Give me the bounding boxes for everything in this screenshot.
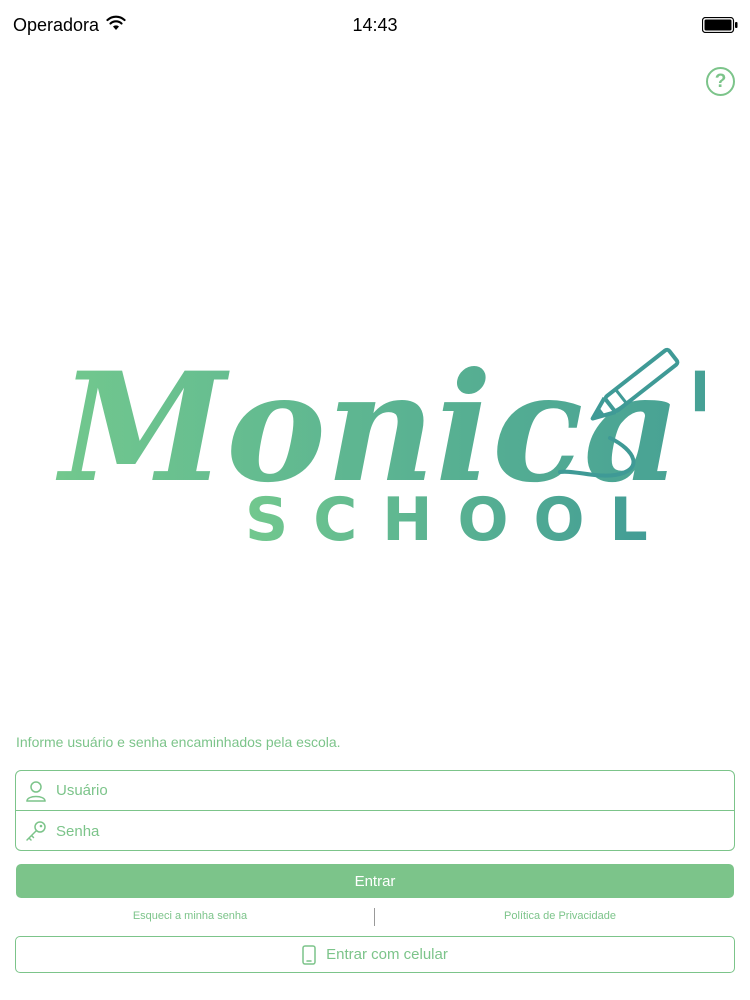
battery-icon — [702, 17, 738, 33]
phone-login-label: Entrar com celular — [326, 946, 448, 963]
monicas-school-logo: Monica's SCHOOL — [55, 340, 705, 550]
username-row — [16, 771, 734, 811]
clock: 14:43 — [352, 15, 398, 35]
forgot-password-link[interactable]: Esqueci a minha senha — [15, 910, 365, 922]
login-form — [15, 770, 735, 851]
privacy-policy-link[interactable]: Política de Privacidade — [385, 910, 735, 922]
user-icon — [26, 780, 46, 802]
username-input[interactable] — [56, 772, 676, 809]
secondary-links: Esqueci a minha senha Política de Privac… — [15, 906, 735, 926]
login-instructions: Informe usuário e senha encaminhados pel… — [16, 734, 341, 750]
login-button[interactable]: Entrar — [16, 864, 734, 898]
password-input[interactable] — [56, 813, 676, 849]
logo-subtitle: SCHOOL — [245, 485, 673, 550]
password-row — [16, 811, 734, 850]
help-button[interactable]: ? — [706, 67, 735, 96]
phone-icon — [302, 944, 316, 965]
phone-login-button[interactable]: Entrar com celular — [15, 936, 735, 973]
status-bar: Operadora 14:43 — [0, 0, 750, 50]
key-icon — [26, 821, 46, 841]
link-divider — [374, 908, 375, 926]
